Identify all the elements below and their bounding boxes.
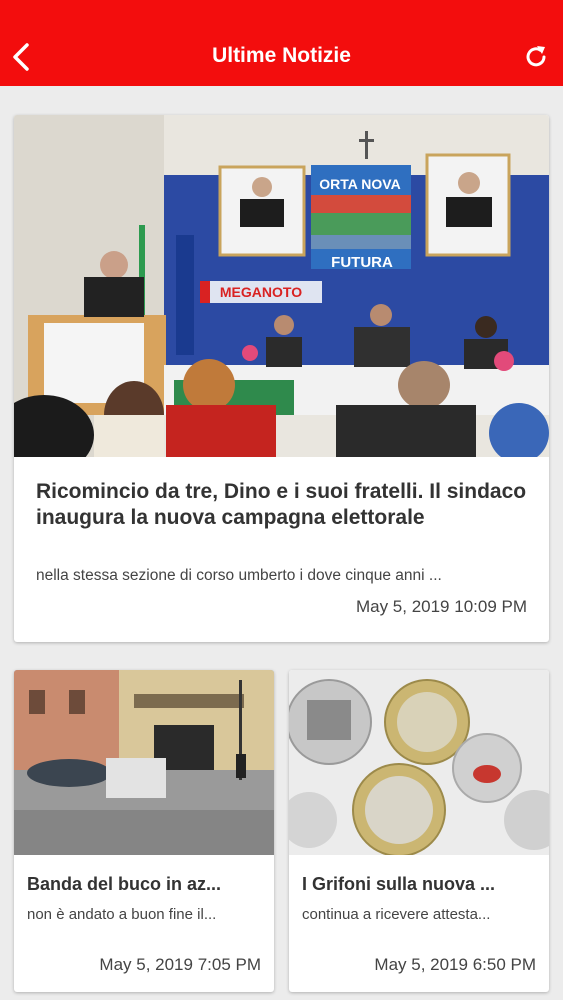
featured-article-excerpt: nella stessa sezione di corso umberto i …	[36, 567, 442, 584]
article-image	[289, 670, 549, 855]
article-date: May 5, 2019 6:50 PM	[374, 955, 536, 974]
article-image	[14, 670, 274, 855]
article-excerpt: continua a ricevere attesta...	[302, 906, 491, 923]
refresh-button[interactable]	[519, 40, 553, 74]
featured-article-headline[interactable]: Ricomincio da tre, Dino e i suoi fratell…	[36, 479, 527, 531]
article-headline[interactable]: Banda del buco in az...	[27, 874, 262, 895]
banner-bottom-text: FUTURA	[331, 254, 393, 271]
article-card[interactable]: Banda del buco in az... non è andato a b…	[14, 670, 274, 992]
watermark-logo-text: MEGANOTO	[220, 284, 302, 300]
article-card[interactable]: I Grifoni sulla nuova ... continua a ric…	[289, 670, 549, 992]
app-header: Ultime Notizie	[0, 0, 563, 86]
featured-article-image: ORTA NOVA FUTURA MEGANOTO	[14, 115, 549, 457]
featured-article-date: May 5, 2019 10:09 PM	[355, 597, 527, 616]
featured-article-card[interactable]: ORTA NOVA FUTURA MEGANOTO Ricomincio da …	[14, 115, 549, 642]
banner-top-text: ORTA NOVA	[319, 176, 400, 192]
page-title: Ultime Notizie	[212, 44, 351, 67]
article-excerpt: non è andato a buon fine il...	[27, 906, 217, 923]
article-headline[interactable]: I Grifoni sulla nuova ...	[302, 874, 537, 895]
refresh-icon	[526, 46, 546, 67]
article-date: May 5, 2019 7:05 PM	[99, 955, 261, 974]
